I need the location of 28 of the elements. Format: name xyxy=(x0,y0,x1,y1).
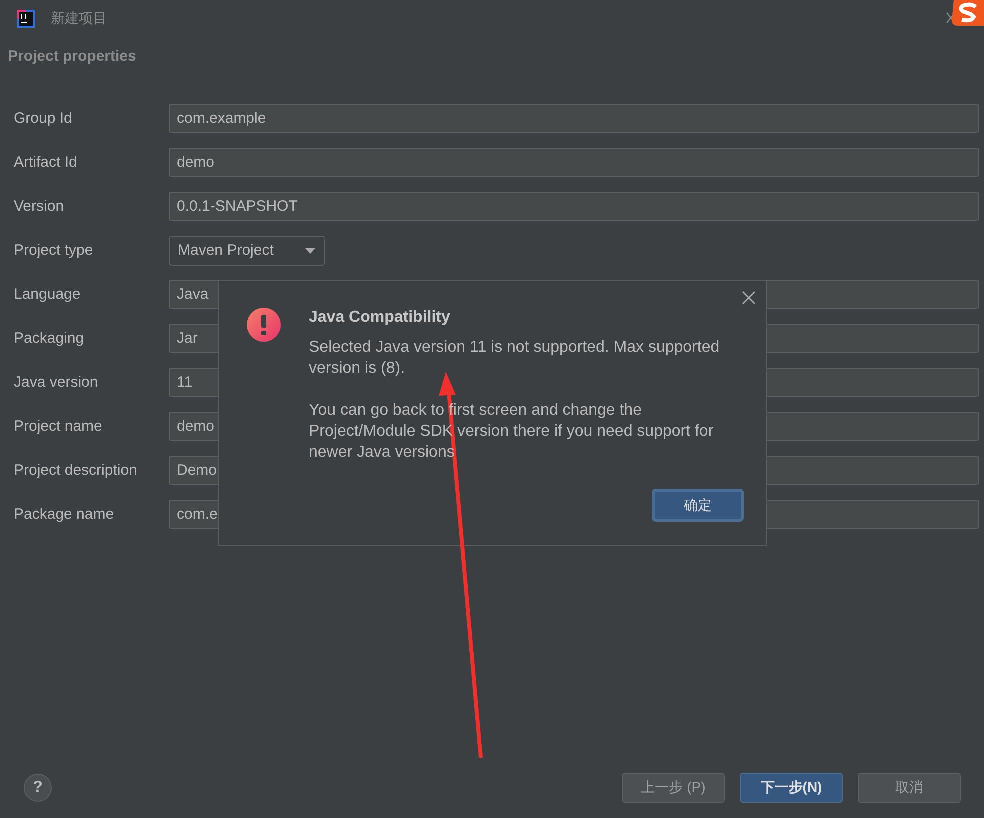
section-title: Project properties xyxy=(7,47,138,67)
error-icon xyxy=(247,308,281,342)
ok-button[interactable]: 确定 xyxy=(652,489,744,522)
dialog-title: Java Compatibility xyxy=(309,309,452,327)
field-label: Project name xyxy=(14,418,104,435)
field-label: Language xyxy=(14,286,82,303)
input-field[interactable]: com.example xyxy=(169,104,979,133)
window-title: 新建项目 xyxy=(51,10,107,28)
field-label: Version xyxy=(14,198,66,215)
project-type-dropdown[interactable]: Maven Project xyxy=(169,236,325,266)
dialog-message: Selected Java version 11 is not supported. Max supported version is (8). xyxy=(309,338,721,379)
field-label: Packaging xyxy=(14,330,86,347)
input-field[interactable]: 0.0.1-SNAPSHOT xyxy=(169,192,979,221)
input-method-icon[interactable] xyxy=(950,0,984,28)
close-icon[interactable] xyxy=(742,291,756,305)
field-label: Group Id xyxy=(14,110,74,127)
field-label: Project description xyxy=(14,462,138,479)
input-field[interactable]: demo xyxy=(169,148,979,177)
field-label: Artifact Id xyxy=(14,154,78,171)
help-button[interactable]: ? xyxy=(24,774,52,802)
field-label: Project type xyxy=(14,242,94,259)
app-logo-icon xyxy=(17,10,35,28)
dropdown-caret-icon xyxy=(305,248,316,254)
field-label: Package name xyxy=(14,506,116,523)
wizard-button[interactable]: 取消 xyxy=(858,773,961,803)
field-label: Java version xyxy=(14,374,100,391)
wizard-button[interactable]: 下一步(N) xyxy=(740,773,843,803)
wizard-button[interactable]: 上一步 (P) xyxy=(622,773,725,803)
